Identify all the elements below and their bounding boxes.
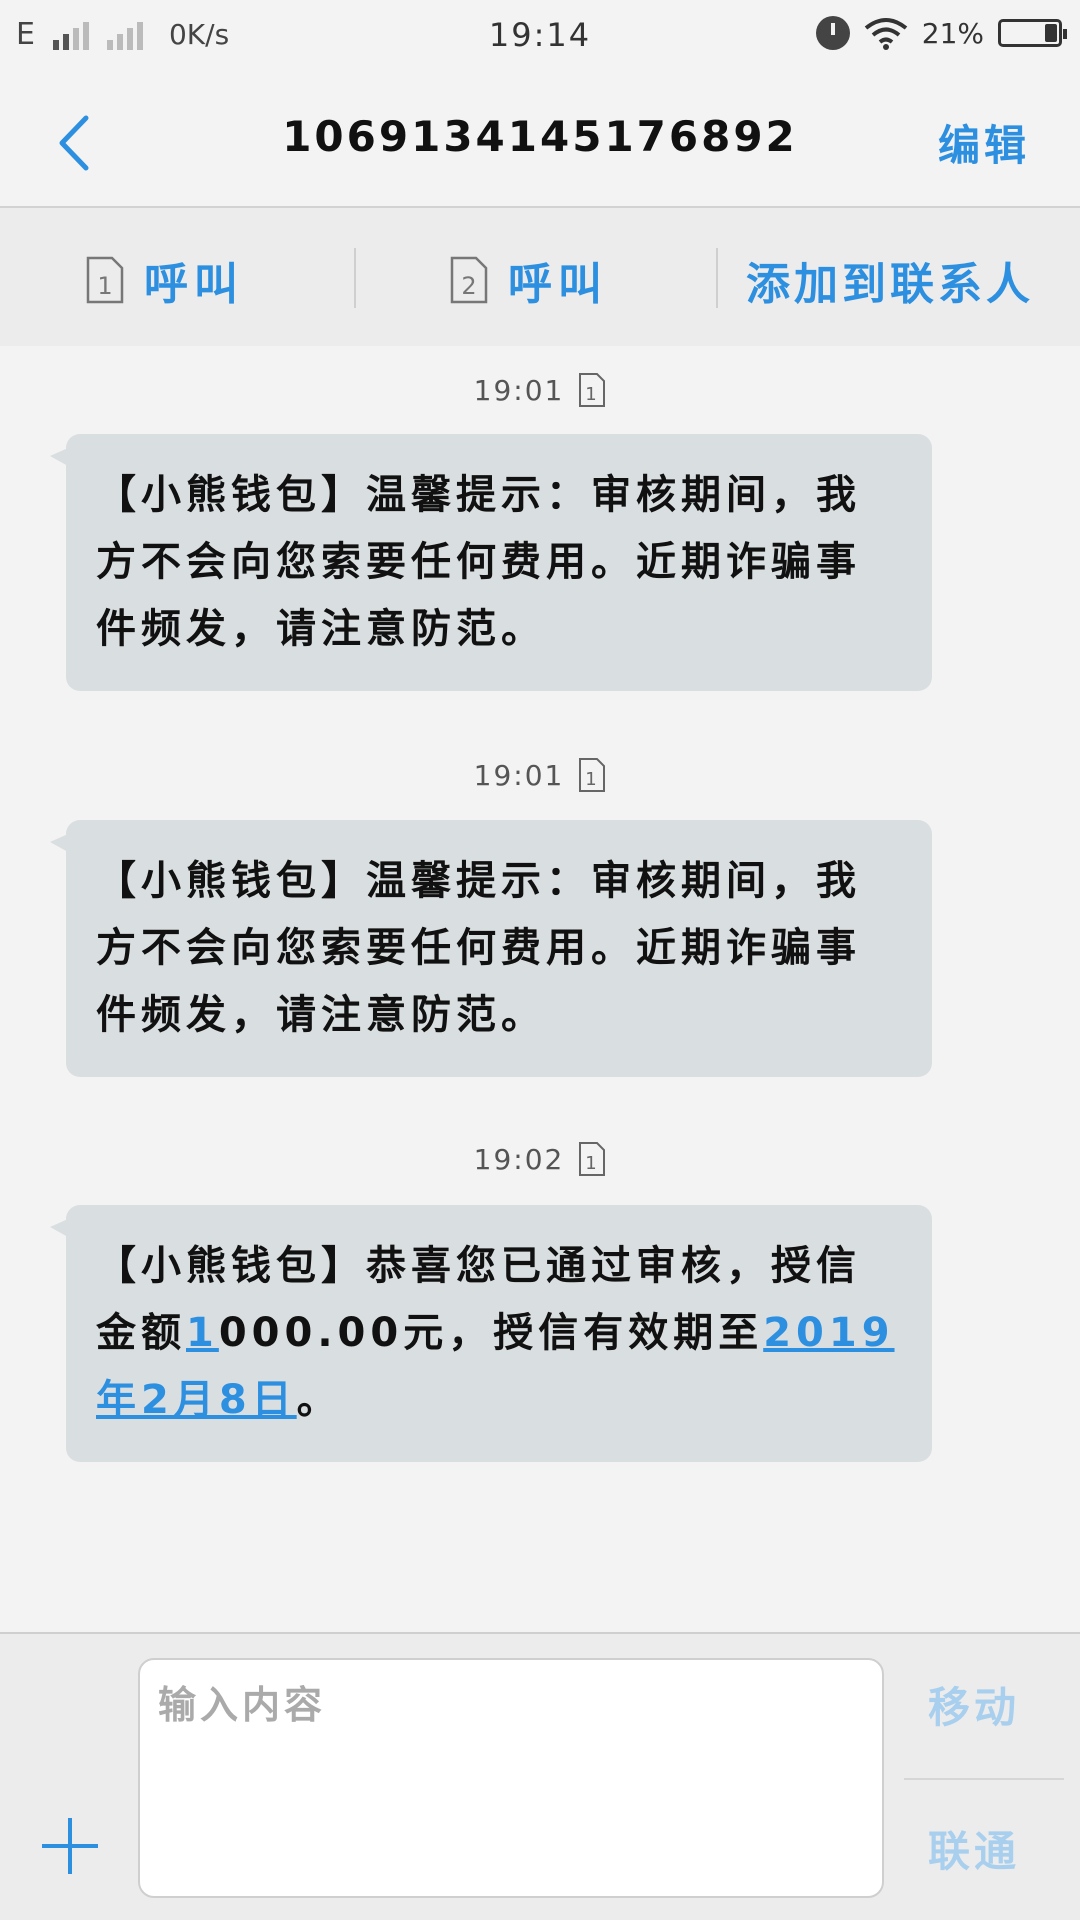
- sim-indicator-number: 1: [586, 1153, 599, 1174]
- title-bar: 1069134145176892 编辑: [0, 72, 1080, 208]
- add-contact-label: 添加到联系人: [746, 259, 1034, 310]
- conversation-title: 1069134145176892: [282, 112, 798, 161]
- sim1-number: 1: [97, 272, 112, 300]
- message-time: 19:02: [473, 1142, 565, 1176]
- message-input[interactable]: [140, 1660, 882, 1896]
- sim1-icon: 1: [86, 256, 124, 304]
- message-bubble[interactable]: 【小熊钱包】温馨提示：审核期间，我方不会向您索要任何费用。近期诈骗事件频发，请注…: [50, 434, 932, 691]
- message-bubble[interactable]: 【小熊钱包】温馨提示：审核期间，我方不会向您索要任何费用。近期诈骗事件频发，请注…: [50, 820, 932, 1077]
- message-text: 【小熊钱包】温馨提示：审核期间，我方不会向您索要任何费用。近期诈骗事件频发，请注…: [96, 858, 861, 1038]
- sim-indicator-icon: 1: [579, 373, 606, 407]
- message-timestamp: 19:02 1: [0, 1141, 1080, 1177]
- message-timestamp: 19:01 1: [0, 757, 1080, 793]
- call-sim1-label: 呼叫: [144, 259, 244, 310]
- status-bar: E 0K/s 19:14 21%: [0, 0, 1080, 72]
- sim-indicator-icon: 1: [579, 1142, 606, 1176]
- sim-indicator-icon: 1: [579, 758, 606, 792]
- send-carrier2-button[interactable]: 联通: [908, 1818, 1040, 1879]
- call-sim2-button[interactable]: 2 呼叫: [450, 248, 608, 312]
- action-divider: [716, 248, 718, 308]
- message-bubble[interactable]: 【小熊钱包】恭喜您已通过审核，授信金额1000.00元，授信有效期至2019年2…: [50, 1205, 932, 1462]
- status-right: 21%: [815, 16, 1067, 50]
- message-text: 000.00元，授信有效期至: [218, 1310, 764, 1356]
- alarm-icon: [815, 16, 850, 50]
- message-time: 19:01: [473, 758, 565, 792]
- send-carrier1-button[interactable]: 移动: [908, 1674, 1040, 1735]
- add-contact-button[interactable]: 添加到联系人: [746, 248, 1034, 312]
- action-bar: 1 呼叫 2 呼叫 添加到联系人: [0, 208, 1080, 346]
- send-divider: [904, 1778, 1064, 1780]
- message-time: 19:01: [473, 373, 565, 407]
- action-divider: [354, 248, 356, 308]
- call-sim2-label: 呼叫: [508, 259, 608, 310]
- edit-button[interactable]: 编辑: [938, 112, 1030, 173]
- battery-percent: 21%: [921, 16, 984, 50]
- sim-indicator-number: 1: [586, 769, 599, 790]
- wifi-icon: [864, 18, 908, 50]
- sim-indicator-number: 1: [586, 384, 599, 405]
- message-timestamp: 19:01 1: [0, 372, 1080, 408]
- message-text: 。: [296, 1377, 342, 1423]
- sim2-number: 2: [461, 272, 476, 300]
- add-attachment-icon[interactable]: [42, 1818, 98, 1874]
- call-sim1-button[interactable]: 1 呼叫: [86, 248, 244, 312]
- composer-bar: 移动 联通: [0, 1632, 1080, 1920]
- message-text: 【小熊钱包】温馨提示：审核期间，我方不会向您索要任何费用。近期诈骗事件频发，请注…: [96, 472, 861, 652]
- sim2-icon: 2: [450, 256, 488, 304]
- message-input-box: [138, 1658, 884, 1898]
- battery-icon: [998, 19, 1067, 47]
- amount-link[interactable]: 1: [186, 1310, 219, 1356]
